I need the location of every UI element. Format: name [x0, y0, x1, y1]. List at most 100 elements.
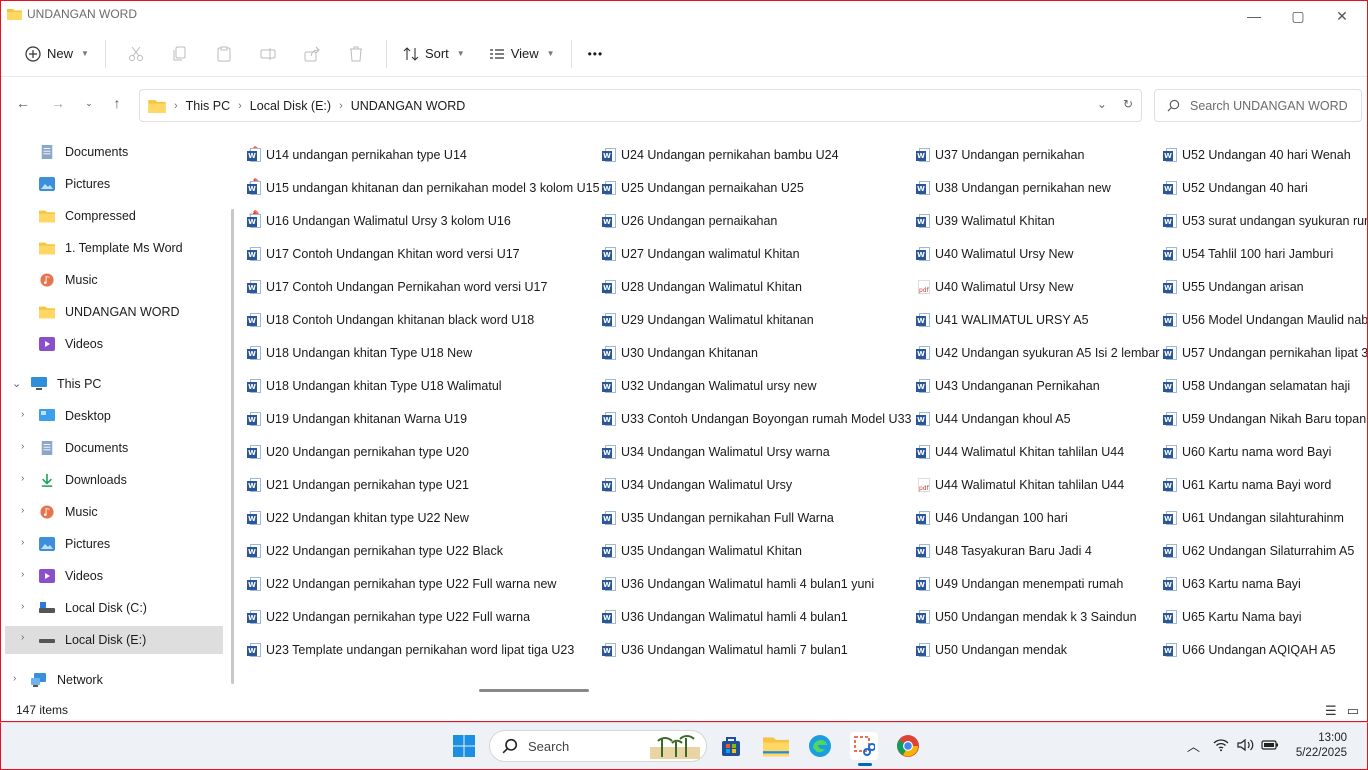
file-item[interactable]: W U18 Contoh Undangan khitanan black word… — [247, 308, 534, 332]
file-item[interactable]: W U43 Undanganan Pernikahan — [916, 374, 1100, 398]
file-item[interactable]: W U44 Undangan khoul A5 — [916, 407, 1071, 431]
address-bar[interactable]: › This PC › Local Disk (E:) › UNDANGAN W… — [139, 89, 1142, 122]
file-item[interactable]: W U21 Undangan pernikahan type U21 — [247, 473, 469, 497]
file-item[interactable]: pdf U40 Walimatul Ursy New — [916, 275, 1073, 299]
file-item[interactable]: W U34 Undangan Walimatul Ursy warna — [602, 440, 830, 464]
refresh-icon[interactable]: ↻ — [1123, 97, 1133, 111]
details-view-icon[interactable]: ☰ — [1325, 703, 1337, 719]
file-item[interactable]: W U42 Undangan syukuran A5 Isi 2 lembar — [916, 341, 1159, 365]
copy-button[interactable] — [164, 38, 196, 70]
file-item[interactable]: W U60 Kartu nama word Bayi — [1163, 440, 1331, 464]
file-explorer-taskbar-icon[interactable] — [762, 732, 790, 760]
file-item[interactable]: W U14 undangan pernikahan type U14 — [247, 143, 467, 167]
file-item[interactable]: W U25 Undangan pernaikahan U25 — [602, 176, 804, 200]
sidebar-item-local-disk-e[interactable]: › Local Disk (E:) — [5, 626, 223, 654]
file-item[interactable]: W U36 Undangan Walimatul hamli 4 bulan1 y… — [602, 572, 874, 596]
start-button[interactable] — [450, 732, 478, 760]
file-item[interactable]: W U27 Undangan walimatul Khitan — [602, 242, 800, 266]
sidebar-item-documents[interactable]: Documents 📌 — [39, 138, 259, 166]
file-item[interactable]: W U35 Undangan Walimatul Khitan — [602, 539, 802, 563]
breadcrumb-local-disk-e[interactable]: Local Disk (E:) — [250, 99, 331, 113]
file-item[interactable]: W U16 Undangan Walimatul Ursy 3 kolom U16 — [247, 209, 511, 233]
file-item[interactable]: W U17 Contoh Undangan Pernikahan word ver… — [247, 275, 547, 299]
chevron-right-icon[interactable]: › — [21, 537, 24, 548]
file-item[interactable]: W U40 Walimatul Ursy New — [916, 242, 1073, 266]
see-more-button[interactable]: ••• — [580, 38, 612, 70]
paste-button[interactable] — [208, 38, 240, 70]
sidebar-item-compressed[interactable]: Compressed 📌 — [39, 202, 259, 230]
snipping-tool-icon[interactable] — [850, 732, 878, 760]
taskbar-search[interactable]: Search — [489, 730, 707, 762]
show-hidden-icons-chevron-icon[interactable]: ︿ — [1187, 736, 1200, 755]
back-arrow-icon[interactable]: ← — [13, 93, 33, 113]
file-item[interactable]: W U49 Undangan menempati rumah — [916, 572, 1123, 596]
file-item[interactable]: W U48 Tasyakuran Baru Jadi 4 — [916, 539, 1092, 563]
sidebar-item-desktop[interactable]: Desktop — [39, 402, 111, 430]
chevron-right-icon[interactable]: › — [21, 409, 24, 420]
file-item[interactable]: W U36 Undangan Walimatul hamli 4 bulan1 — [602, 605, 848, 629]
file-item[interactable]: W U22 Undangan pernikahan type U22 Full w… — [247, 572, 556, 596]
sidebar-item-this-pc[interactable]: This PC — [31, 370, 101, 398]
address-dropdown-chevron-icon[interactable]: ⌄ — [1097, 97, 1107, 111]
sidebar-item-videos-pc[interactable]: Videos — [39, 562, 103, 590]
sidebar-item-music-pc[interactable]: Music — [39, 498, 98, 526]
chevron-right-icon[interactable]: › — [21, 569, 24, 580]
title-bar[interactable]: UNDANGAN WORD — ▢ ✕ — [1, 1, 1367, 31]
file-item[interactable]: W U50 Undangan mendak k 3 Saindun — [916, 605, 1137, 629]
file-item[interactable]: W U37 Undangan pernikahan — [916, 143, 1084, 167]
share-button[interactable] — [296, 38, 328, 70]
chevron-right-icon[interactable]: › — [21, 505, 24, 516]
file-item[interactable]: W U26 Undangan pernaikahan — [602, 209, 777, 233]
file-item[interactable]: W U33 Contoh Undangan Boyongan rumah Mode… — [602, 407, 911, 431]
file-item[interactable]: W U66 Undangan AQIQAH A5 — [1163, 638, 1336, 662]
system-clock[interactable]: 13:00 5/22/2025 — [1296, 731, 1347, 761]
file-item[interactable]: W U61 Undangan silahturahinm — [1163, 506, 1344, 530]
edge-browser-icon[interactable] — [806, 732, 834, 760]
file-item[interactable]: W U41 WALIMATUL URSY A5 — [916, 308, 1089, 332]
file-item[interactable]: W U38 Undangan pernikahan new — [916, 176, 1111, 200]
chevron-right-icon[interactable]: › — [21, 441, 24, 452]
chevron-right-icon[interactable]: › — [21, 473, 24, 484]
file-item[interactable]: W U55 Undangan arisan — [1163, 275, 1304, 299]
minimize-button[interactable]: — — [1231, 1, 1277, 31]
file-item[interactable]: W U15 undangan khitanan dan pernikahan mo… — [247, 176, 600, 200]
file-item[interactable]: W U52 Undangan 40 hari Wenah — [1163, 143, 1351, 167]
chevron-right-icon[interactable]: › — [21, 632, 24, 643]
chevron-right-icon[interactable]: › — [21, 601, 24, 612]
file-item[interactable]: W U62 Undangan Silaturrahim A5 — [1163, 539, 1354, 563]
sidebar-item-undangan-word[interactable]: UNDANGAN WORD — [39, 298, 180, 326]
file-item[interactable]: W U22 Undangan khitan type U22 New — [247, 506, 469, 530]
sidebar-scrollbar[interactable] — [231, 209, 234, 684]
file-item[interactable]: W U61 Kartu nama Bayi word — [1163, 473, 1331, 497]
chevron-right-icon[interactable]: › — [13, 673, 16, 684]
recent-locations-chevron-icon[interactable]: ⌄ — [79, 93, 99, 113]
file-item[interactable]: W U18 Undangan khitan Type U18 Walimatul — [247, 374, 502, 398]
up-arrow-icon[interactable]: ↑ — [107, 93, 127, 113]
maximize-button[interactable]: ▢ — [1275, 1, 1321, 31]
file-item[interactable]: W U17 Contoh Undangan Khitan word versi U… — [247, 242, 520, 266]
file-item[interactable]: W U57 Undangan pernikahan lipat 3 — [1163, 341, 1367, 365]
file-item[interactable]: W U34 Undangan Walimatul Ursy — [602, 473, 792, 497]
file-item[interactable]: W U22 Undangan pernikahan type U22 Full w… — [247, 605, 530, 629]
file-item[interactable]: W U59 Undangan Nikah Baru topan — [1163, 407, 1366, 431]
chevron-down-icon[interactable]: ⌄ — [12, 377, 21, 390]
file-item[interactable]: W U52 Undangan 40 hari — [1163, 176, 1308, 200]
delete-button[interactable] — [340, 38, 372, 70]
sidebar-item-videos[interactable]: Videos — [39, 330, 103, 358]
view-button[interactable]: View ▼ — [481, 38, 563, 70]
file-item[interactable]: W U35 Undangan pernikahan Full Warna — [602, 506, 834, 530]
close-button[interactable]: ✕ — [1319, 1, 1365, 31]
file-item[interactable]: W U63 Kartu nama Bayi — [1163, 572, 1301, 596]
file-item[interactable]: W U22 Undangan pernikahan type U22 Black — [247, 539, 503, 563]
sidebar-item-downloads[interactable]: Downloads — [39, 466, 127, 494]
file-item[interactable]: W U56 Model Undangan Maulid nabi — [1163, 308, 1367, 332]
breadcrumb-this-pc[interactable]: This PC — [186, 99, 230, 113]
file-item[interactable]: W U65 Kartu Nama bayi — [1163, 605, 1302, 629]
horizontal-scrollbar[interactable] — [479, 689, 589, 692]
file-item[interactable]: W U54 Tahlil 100 hari Jamburi — [1163, 242, 1333, 266]
file-item[interactable]: W U46 Undangan 100 hari — [916, 506, 1068, 530]
file-item[interactable]: W U24 Undangan pernikahan bambu U24 — [602, 143, 839, 167]
file-item[interactable]: W U20 Undangan pernikahan type U20 — [247, 440, 469, 464]
wifi-icon[interactable] — [1213, 738, 1229, 752]
search-box[interactable]: Search UNDANGAN WORD — [1154, 89, 1362, 122]
